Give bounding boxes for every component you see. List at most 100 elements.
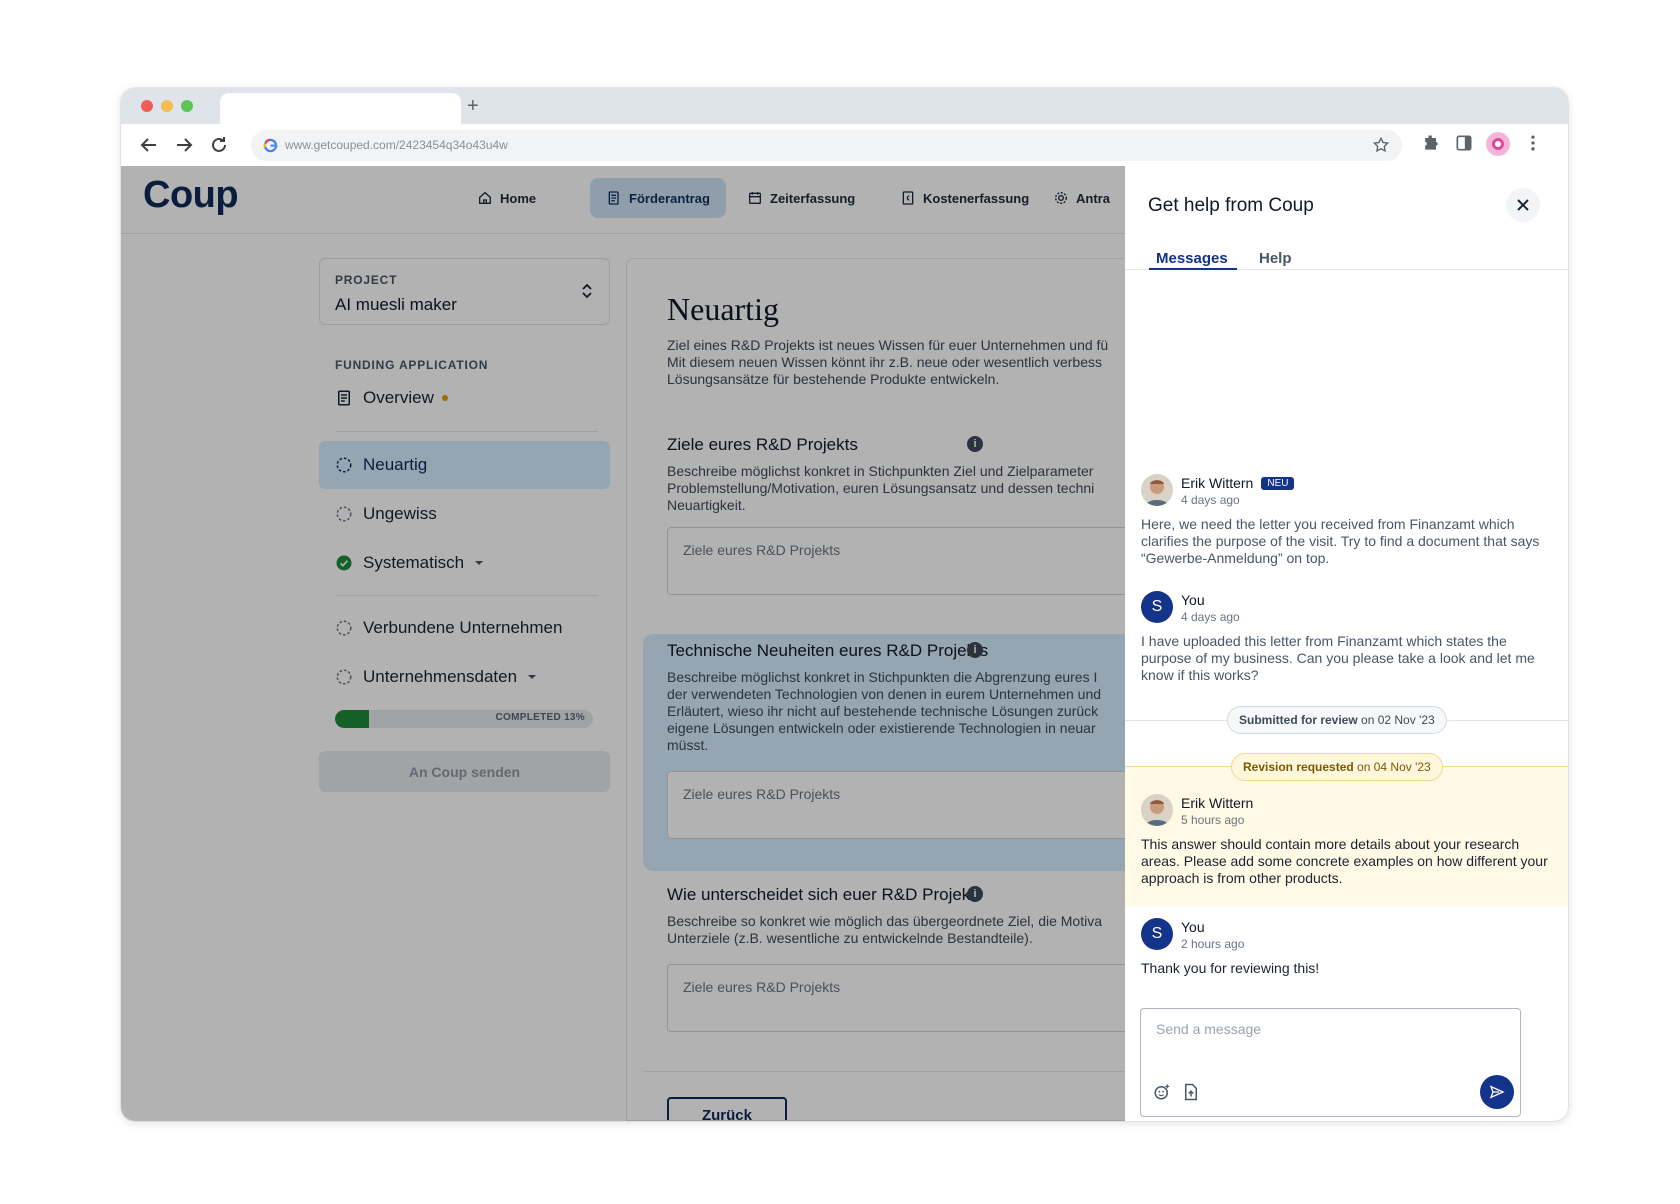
browser-toolbar: www.getcouped.com/2423454q34o43u4w bbox=[121, 124, 1568, 166]
send-to-coup-button[interactable]: An Coup senden bbox=[319, 751, 610, 792]
message-text: I have uploaded this letter from Finanza… bbox=[1141, 633, 1535, 683]
dashed-circle-icon bbox=[336, 506, 352, 522]
answer-input[interactable]: Ziele eures R&D Projekts bbox=[667, 527, 1146, 595]
input-placeholder: Ziele eures R&D Projekts bbox=[683, 786, 841, 802]
message-time: 4 days ago bbox=[1181, 493, 1240, 507]
back-arrow-icon[interactable] bbox=[137, 133, 161, 157]
caret-down-icon bbox=[475, 561, 484, 565]
browser-window: + www.getcouped.com/2423454q34o43u4w Cou… bbox=[121, 88, 1568, 1121]
close-panel-button[interactable] bbox=[1506, 188, 1540, 222]
status-revision-pill: Revision requested on 04 Nov '23 bbox=[1231, 753, 1443, 781]
info-icon[interactable]: i bbox=[967, 886, 983, 902]
message-text: Thank you for reviewing this! bbox=[1141, 960, 1320, 976]
close-icon bbox=[1517, 199, 1529, 211]
send-icon bbox=[1489, 1085, 1505, 1099]
check-circle-icon bbox=[336, 555, 352, 571]
sidebar-item-label: Unternehmensdaten bbox=[363, 667, 518, 686]
nav-zeiterfassung[interactable]: Zeiterfassung bbox=[731, 178, 871, 218]
nav-kostenerfassung[interactable]: Kostenerfassung bbox=[884, 178, 1045, 218]
intro-line: Ziel eines R&D Projekts ist neues Wissen… bbox=[667, 337, 1109, 353]
panel-title: Get help from Coup bbox=[1148, 195, 1314, 216]
tab-messages[interactable]: Messages bbox=[1156, 250, 1228, 267]
browser-tab[interactable] bbox=[220, 93, 461, 124]
message-author: Erik Wittern NEU bbox=[1181, 475, 1295, 491]
coup-logo[interactable]: Coup bbox=[143, 174, 239, 217]
side-panel-icon[interactable] bbox=[1454, 133, 1474, 158]
bookmark-star-icon[interactable] bbox=[1372, 136, 1390, 159]
dashed-circle-icon bbox=[336, 669, 352, 685]
caret-down-icon bbox=[528, 675, 537, 679]
question-description: Unterziele (z.B. wesentliche zu entwicke… bbox=[667, 930, 1033, 946]
avatar bbox=[1141, 794, 1173, 826]
tab-help[interactable]: Help bbox=[1259, 250, 1292, 267]
sidebar-item-verbundene-unternehmen[interactable]: Verbundene Unternehmen bbox=[319, 604, 610, 652]
calendar-icon bbox=[749, 192, 761, 204]
sidebar-item-ungewiss[interactable]: Ungewiss bbox=[319, 490, 610, 538]
author-name: You bbox=[1181, 592, 1205, 608]
attach-file-icon[interactable] bbox=[1183, 1083, 1199, 1106]
maximize-window-button[interactable] bbox=[181, 100, 193, 112]
nav-antraege[interactable]: Antra bbox=[1037, 178, 1126, 218]
message-time: 5 hours ago bbox=[1181, 813, 1245, 827]
receipt-icon bbox=[902, 191, 914, 205]
dashed-circle-icon bbox=[336, 620, 352, 636]
document-icon bbox=[338, 390, 350, 406]
divider bbox=[643, 1071, 1146, 1072]
sidebar-item-label: Systematisch bbox=[363, 553, 465, 572]
reload-icon[interactable] bbox=[207, 133, 231, 157]
profile-avatar[interactable] bbox=[1486, 132, 1510, 161]
info-icon[interactable]: i bbox=[967, 642, 983, 658]
status-date: on 04 Nov '23 bbox=[1357, 760, 1431, 774]
sidebar-item-overview[interactable]: Overview bbox=[319, 374, 610, 422]
extensions-icon[interactable] bbox=[1421, 133, 1441, 158]
author-name: You bbox=[1181, 919, 1205, 935]
question-title: Ziele eures R&D Projekts bbox=[667, 435, 858, 454]
project-selector[interactable]: PROJECT AI muesli maker bbox=[319, 258, 610, 325]
status-dot bbox=[441, 395, 448, 401]
status-submitted-pill: Submitted for review on 02 Nov '23 bbox=[1227, 706, 1447, 734]
active-tab-indicator bbox=[1149, 268, 1237, 270]
nav-foerderantrag[interactable]: Förderantrag bbox=[590, 178, 726, 218]
question-description: Erläutert, wieso ihr nicht auf bestehend… bbox=[667, 703, 1099, 719]
page-title: Neuartig bbox=[667, 291, 779, 327]
google-icon bbox=[263, 138, 278, 158]
message-composer[interactable]: Send a message bbox=[1140, 1008, 1521, 1117]
minimize-window-button[interactable] bbox=[161, 100, 173, 112]
address-bar[interactable]: www.getcouped.com/2423454q34o43u4w bbox=[251, 130, 1402, 161]
nav-home-label: Home bbox=[500, 190, 537, 206]
sidebar-item-systematisch[interactable]: Systematisch bbox=[319, 539, 610, 587]
chevron-up-down-icon bbox=[581, 283, 593, 304]
divider bbox=[335, 595, 598, 596]
completion-progress-bar: COMPLETED 13% bbox=[335, 710, 593, 728]
close-window-button[interactable] bbox=[141, 100, 153, 112]
message-input[interactable]: Send a message bbox=[1156, 1021, 1261, 1037]
question-description: der verwendeten Technologien von denen i… bbox=[667, 686, 1102, 702]
emoji-icon[interactable] bbox=[1153, 1083, 1171, 1106]
url-text[interactable]: www.getcouped.com/2423454q34o43u4w bbox=[285, 138, 508, 152]
browser-menu-icon[interactable] bbox=[1523, 133, 1543, 158]
nav-home[interactable]: Home bbox=[461, 178, 552, 218]
send-message-button[interactable] bbox=[1480, 1075, 1514, 1109]
avatar: S bbox=[1141, 918, 1173, 950]
dashed-circle-icon bbox=[336, 457, 352, 473]
sidebar-item-unternehmensdaten[interactable]: Unternehmensdaten bbox=[319, 653, 610, 701]
intro-line: Lösungsansätze für bestehende Produkte e… bbox=[667, 371, 1000, 387]
question-description: eigene Lösungen entwickeln oder existier… bbox=[667, 720, 1096, 736]
app: Coup Home Förderantrag Zeiterfassung Kos… bbox=[121, 166, 1568, 1121]
sidebar-item-label: Ungewiss bbox=[363, 504, 437, 523]
answer-input[interactable]: Ziele eures R&D Projekts bbox=[667, 964, 1146, 1032]
info-icon[interactable]: i bbox=[967, 436, 983, 452]
sidebar-item-neuartig[interactable]: Neuartig bbox=[319, 441, 610, 489]
question-description: Beschreibe so konkret wie möglich das üb… bbox=[667, 913, 1103, 929]
intro-line: Mit diesem neuen Wissen könnt ihr z.B. n… bbox=[667, 354, 1102, 370]
new-tab-button[interactable]: + bbox=[467, 93, 479, 119]
message: Erik Wittern NEU 4 days ago Here, we need… bbox=[1141, 474, 1551, 566]
funding-application-label: FUNDING APPLICATION bbox=[335, 358, 489, 372]
answer-input[interactable]: Ziele eures R&D Projekts bbox=[667, 771, 1146, 839]
question-description: Beschreibe möglichst konkret in Stichpun… bbox=[667, 463, 1094, 479]
form-content: Neuartig Ziel eines R&D Projekts ist neu… bbox=[626, 258, 1146, 1121]
nav-foerderantrag-label: Förderantrag bbox=[629, 190, 710, 206]
question-description: Beschreibe möglichst konkret in Stichpun… bbox=[667, 669, 1098, 685]
back-button[interactable]: Zurück bbox=[667, 1097, 787, 1120]
forward-arrow-icon[interactable] bbox=[172, 133, 196, 157]
